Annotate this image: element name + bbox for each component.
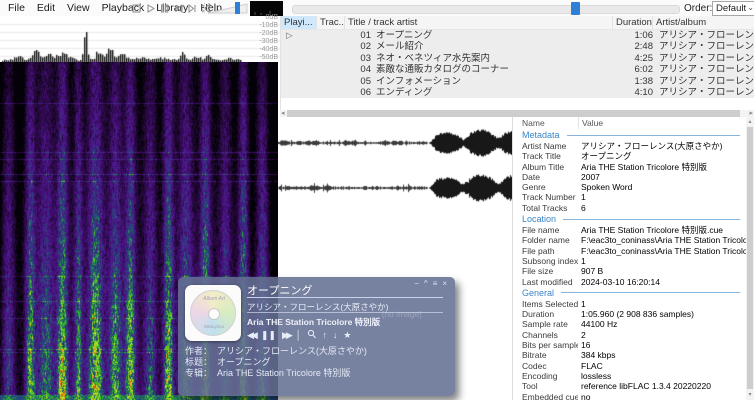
header-name: Name <box>513 117 578 129</box>
scrollbar-thumb[interactable] <box>287 110 740 117</box>
prop-row[interactable]: Total Tracks6 <box>513 203 747 213</box>
player-window: File Edit View Playback Library Help <box>0 0 754 400</box>
column-playing[interactable]: Playi... <box>281 16 317 29</box>
scroll-down-icon[interactable]: ↓ <box>333 330 338 340</box>
section-location: Location <box>513 213 747 225</box>
prop-row[interactable]: Album TitleAria THE Station Tricolore 特別… <box>513 162 747 172</box>
order-label: Order: <box>684 3 712 14</box>
prop-row[interactable]: Embedded cuesheetno <box>513 392 747 400</box>
close-icon[interactable]: × <box>442 279 447 288</box>
prop-row[interactable]: Date2007 <box>513 172 747 182</box>
minimize-icon[interactable]: − <box>414 279 419 288</box>
column-duration[interactable]: Duration <box>613 16 653 29</box>
play-icon[interactable] <box>144 1 157 15</box>
spectrum-analyzer: 0dB -10dB -20dB -30dB -40dB -50dB <box>0 16 280 62</box>
db-label: -20dB <box>259 30 278 37</box>
popup-track-info: 作者：アリシア・フローレンス(大原さやか) 标题：オープニング 专辑：Aria … <box>185 346 367 379</box>
prop-row[interactable]: Items Selected1 <box>513 299 747 309</box>
prop-row[interactable]: Bits per sample16 <box>513 340 747 350</box>
section-general: General <box>513 287 747 299</box>
table-row[interactable]: 05 インフォメーション 1:38 アリシア・フローレンス(大原さやか) - A… <box>281 76 754 87</box>
pause-icon[interactable] <box>158 1 171 15</box>
scroll-up-icon[interactable]: ▴ <box>746 118 754 126</box>
section-metadata: Metadata <box>513 129 747 141</box>
order-dropdown[interactable]: Default ⌄ <box>712 1 754 16</box>
playlist-panel: Playi... Trac... Title / track artist Du… <box>280 16 754 110</box>
prop-row[interactable]: Subsong index1 <box>513 256 747 266</box>
previous-icon[interactable] <box>172 1 185 15</box>
prop-row[interactable]: Artist Nameアリシア・フローレンス(大原さやか) <box>513 141 747 151</box>
prop-row[interactable]: File size907 B <box>513 266 747 276</box>
prop-row[interactable]: Encodinglossless <box>513 371 747 381</box>
no-image-placeholder: [no image] <box>382 309 422 319</box>
search-icon[interactable] <box>307 329 316 341</box>
album-art: Album Art MiniLyrics <box>185 285 241 341</box>
scrollbar-thumb[interactable] <box>747 127 753 389</box>
db-label: -40dB <box>259 46 278 53</box>
toolbar-separator <box>204 2 205 14</box>
table-row[interactable]: 04 素敵な通販カタログのコーナー 6:02 アリシア・フローレンス(大原さやか… <box>281 64 754 75</box>
table-row[interactable]: 06 エンディング 4:10 アリシア・フローレンス(大原さやか) - Aria… <box>281 87 754 98</box>
prop-row[interactable]: CodecFLAC <box>513 361 747 371</box>
scroll-down-icon[interactable]: ▾ <box>746 391 754 399</box>
prop-row[interactable]: Track Number1 <box>513 192 747 202</box>
popup-track-title: オープニング <box>247 282 312 298</box>
menu-icon[interactable]: ≡ <box>433 279 438 288</box>
spectrum-canvas <box>0 16 280 62</box>
popup-buttons: ◀◀ ❚❚ ▶▶ │ ↑ ↓ ★ <box>247 329 351 341</box>
rewind-icon[interactable]: ◀◀ <box>247 330 255 340</box>
fast-forward-icon[interactable]: ▶▶ <box>282 330 290 340</box>
vertical-scrollbar[interactable]: ▴ ▾ <box>746 117 754 400</box>
order-value: Default <box>716 3 746 14</box>
table-row[interactable]: 03 ネオ・ベネツィア水先案内 4:25 アリシア・フローレンス(大原さやか) … <box>281 53 754 64</box>
popup-titlebar: − ^ ≡ × <box>414 279 447 288</box>
restore-icon[interactable]: ^ <box>424 279 428 288</box>
table-row[interactable]: 02 メール紹介 2:48 アリシア・フローレンス(大原さやか) - Aria … <box>281 41 754 52</box>
db-label: -50dB <box>259 54 278 61</box>
popup-album: Aria THE Station Tricolore 特別版 <box>247 316 380 328</box>
menu-view[interactable]: View <box>61 2 96 14</box>
divider: │ <box>296 330 302 340</box>
prop-row[interactable]: GenreSpoken Word <box>513 182 747 192</box>
prop-row[interactable]: Last modified2024-03-10 16:20:14 <box>513 277 747 287</box>
pause-icon[interactable]: ❚❚ <box>261 330 276 340</box>
seekbar[interactable] <box>292 5 680 14</box>
prop-row[interactable]: Track Titleオープニング <box>513 151 747 161</box>
prop-row[interactable]: Duration1:05.960 (2 908 836 samples) <box>513 309 747 319</box>
prop-row[interactable]: Sample rate44100 Hz <box>513 319 747 329</box>
properties-panel: Name Value Metadata Artist Nameアリシア・フローレ… <box>512 117 747 400</box>
prop-row[interactable]: Channels2 <box>513 330 747 340</box>
chevron-down-icon: ⌄ <box>747 3 754 12</box>
prop-row[interactable]: File nameAria THE Station Tricolore 特別版.… <box>513 225 747 235</box>
minilyrics-label: MiniLyrics <box>191 324 237 329</box>
menu-edit[interactable]: Edit <box>31 2 61 14</box>
mini-player-popup[interactable]: − ^ ≡ × Album Art MiniLyrics オープニング アリシア… <box>178 277 455 396</box>
favorite-star-icon[interactable]: ★ <box>343 330 351 340</box>
column-title[interactable]: Title / track artist <box>345 16 613 29</box>
prop-row[interactable]: File pathF:\eac3to_coninass\Aria THE Sta… <box>513 246 747 256</box>
scroll-up-icon[interactable]: ↑ <box>322 330 327 340</box>
properties-header: Name Value <box>513 117 747 129</box>
header-value: Value <box>578 117 747 129</box>
horizontal-scrollbar[interactable]: ◂ ▸ <box>280 110 754 117</box>
column-artist-album[interactable]: Artist/album <box>653 16 754 29</box>
playing-indicator-icon: ▷ <box>281 30 317 41</box>
table-row[interactable]: ▷ 01 オープニング 1:06 アリシア・フローレンス(大原さやか) - Ar… <box>281 30 754 41</box>
column-track[interactable]: Trac... <box>317 16 345 29</box>
stop-icon[interactable] <box>130 1 143 15</box>
db-label: 0dB <box>266 14 278 21</box>
album-art-label: Album Art <box>191 296 237 302</box>
prop-row[interactable]: Toolreference libFLAC 1.3.4 20220220 <box>513 381 747 391</box>
seekbar-handle[interactable] <box>571 2 580 15</box>
toolbar: File Edit View Playback Library Help <box>0 0 754 16</box>
prop-row[interactable]: Bitrate384 kbps <box>513 350 747 360</box>
cd-disc-icon: Album Art MiniLyrics <box>190 290 236 336</box>
db-label: -30dB <box>259 38 278 45</box>
playlist-header: Playi... Trac... Title / track artist Du… <box>281 16 754 30</box>
transport-buttons <box>130 1 213 15</box>
next-icon[interactable] <box>186 1 199 15</box>
menu-file[interactable]: File <box>2 2 31 14</box>
prop-row[interactable]: Folder nameF:\eac3to_coninass\Aria THE S… <box>513 235 747 245</box>
db-label: -10dB <box>259 22 278 29</box>
